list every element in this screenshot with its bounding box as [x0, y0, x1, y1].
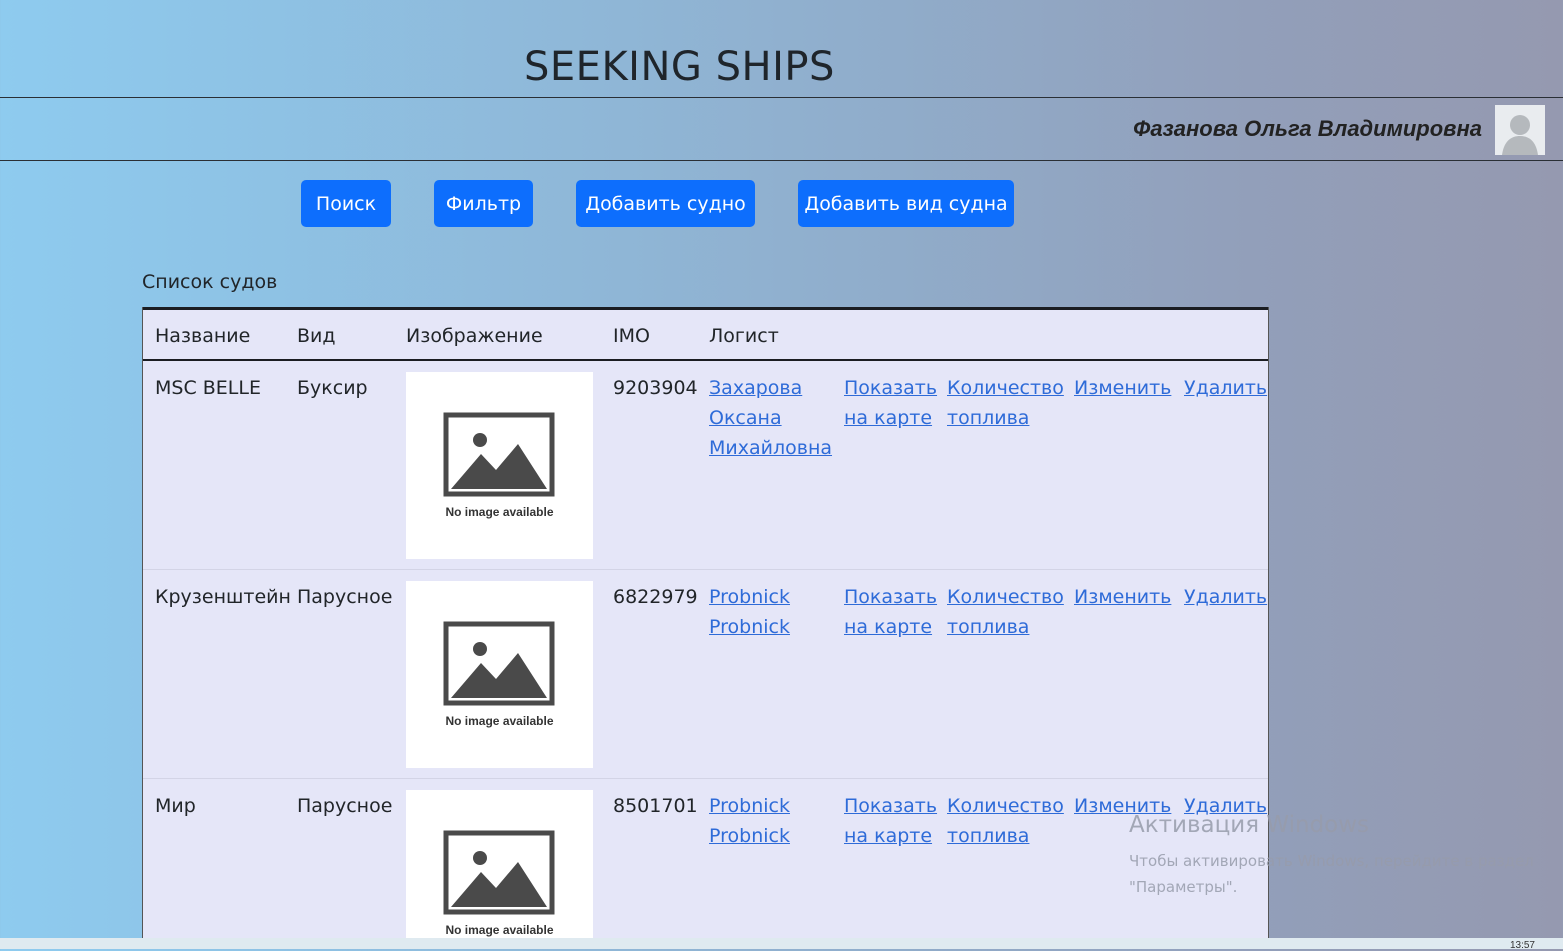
- ship-name: Мир: [155, 795, 196, 817]
- logist-link[interactable]: Захарова Оксана Михайловна: [709, 373, 832, 463]
- no-image-label: No image available: [445, 714, 554, 728]
- fuel-amount-link[interactable]: Количество топлива: [947, 791, 1064, 851]
- ships-table: Название Вид Изображение IMO Логист MSC …: [142, 307, 1269, 949]
- user-name: Фазанова Ольга Владимировна: [1133, 116, 1482, 141]
- user-avatar-icon: [1495, 105, 1545, 155]
- row-divider: [143, 569, 1268, 570]
- ship-image-placeholder: No image available: [406, 581, 593, 768]
- ship-image-placeholder: No image available: [406, 372, 593, 559]
- no-image-icon: [443, 621, 555, 706]
- header-divider-top: [0, 97, 1563, 98]
- ship-list-caption: Список судов: [142, 271, 278, 293]
- watermark-title: Активация Windows: [1129, 812, 1370, 838]
- logist-link-line[interactable]: Probnick: [709, 795, 790, 817]
- show-on-map-link-line[interactable]: на карте: [844, 825, 932, 847]
- ship-imo: 8501701: [613, 795, 698, 817]
- fuel-amount-link[interactable]: Количество топлива: [947, 373, 1064, 433]
- no-image-label: No image available: [445, 505, 554, 519]
- show-on-map-link[interactable]: Показать на карте: [844, 373, 937, 433]
- column-header-type: Вид: [297, 325, 336, 347]
- fuel-amount-link[interactable]: Количество топлива: [947, 582, 1064, 642]
- no-image-icon: [443, 412, 555, 497]
- fuel-amount-link-line[interactable]: Количество: [947, 586, 1064, 608]
- delete-link[interactable]: Удалить: [1184, 582, 1267, 612]
- row-divider: [143, 778, 1268, 779]
- table-header-border: [143, 359, 1268, 361]
- taskbar-clock: 13:57: [1509, 940, 1535, 951]
- logist-link[interactable]: Probnick Probnick: [709, 791, 790, 851]
- edit-link[interactable]: Изменить: [1074, 373, 1171, 403]
- ship-type: Парусное: [297, 586, 393, 608]
- show-on-map-link-line[interactable]: Показать: [844, 795, 937, 817]
- fuel-amount-link-line[interactable]: топлива: [947, 616, 1029, 638]
- watermark-text: Чтобы активировать Windows, перейдите в …: [1129, 852, 1534, 896]
- taskbar: [0, 938, 1563, 949]
- column-header-logist: Логист: [709, 325, 779, 347]
- column-header-imo: IMO: [613, 325, 650, 347]
- logist-link-line[interactable]: Probnick: [709, 586, 790, 608]
- ship-name: Крузенштейн: [155, 586, 291, 608]
- search-button[interactable]: Поиск: [301, 180, 391, 227]
- header-divider-bottom: [0, 160, 1563, 161]
- add-ship-button[interactable]: Добавить судно: [576, 180, 755, 227]
- logist-link-line[interactable]: Захарова: [709, 377, 802, 399]
- show-on-map-link-line[interactable]: на карте: [844, 407, 932, 429]
- ship-imo: 9203904: [613, 377, 698, 399]
- fuel-amount-link-line[interactable]: Количество: [947, 795, 1064, 817]
- delete-link[interactable]: Удалить: [1184, 373, 1267, 403]
- logist-link-line[interactable]: Оксана: [709, 407, 782, 429]
- no-image-label: No image available: [445, 923, 554, 937]
- fuel-amount-link-line[interactable]: топлива: [947, 825, 1029, 847]
- logist-link-line[interactable]: Михайловна: [709, 437, 832, 459]
- ship-name: MSC BELLE: [155, 377, 261, 399]
- show-on-map-link-line[interactable]: Показать: [844, 586, 937, 608]
- add-ship-type-button[interactable]: Добавить вид судна: [798, 180, 1014, 227]
- ship-type: Буксир: [297, 377, 368, 399]
- filter-button[interactable]: Фильтр: [434, 180, 533, 227]
- page-title: SEEKING SHIPS: [524, 44, 835, 90]
- show-on-map-link-line[interactable]: Показать: [844, 377, 937, 399]
- logist-link[interactable]: Probnick Probnick: [709, 582, 790, 642]
- avatar[interactable]: [1495, 105, 1545, 155]
- table-top-border: [143, 307, 1268, 310]
- show-on-map-link[interactable]: Показать на карте: [844, 582, 937, 642]
- logist-link-line[interactable]: Probnick: [709, 616, 790, 638]
- ship-type: Парусное: [297, 795, 393, 817]
- fuel-amount-link-line[interactable]: топлива: [947, 407, 1029, 429]
- logist-link-line[interactable]: Probnick: [709, 825, 790, 847]
- show-on-map-link-line[interactable]: на карте: [844, 616, 932, 638]
- ship-image-placeholder: No image available: [406, 790, 593, 949]
- windows-activation-watermark: Активация Windows Чтобы активировать Win…: [1129, 812, 1559, 900]
- fuel-amount-link-line[interactable]: Количество: [947, 377, 1064, 399]
- edit-link[interactable]: Изменить: [1074, 582, 1171, 612]
- column-header-name: Название: [155, 325, 251, 347]
- column-header-image: Изображение: [406, 325, 543, 347]
- ship-imo: 6822979: [613, 586, 698, 608]
- show-on-map-link[interactable]: Показать на карте: [844, 791, 937, 851]
